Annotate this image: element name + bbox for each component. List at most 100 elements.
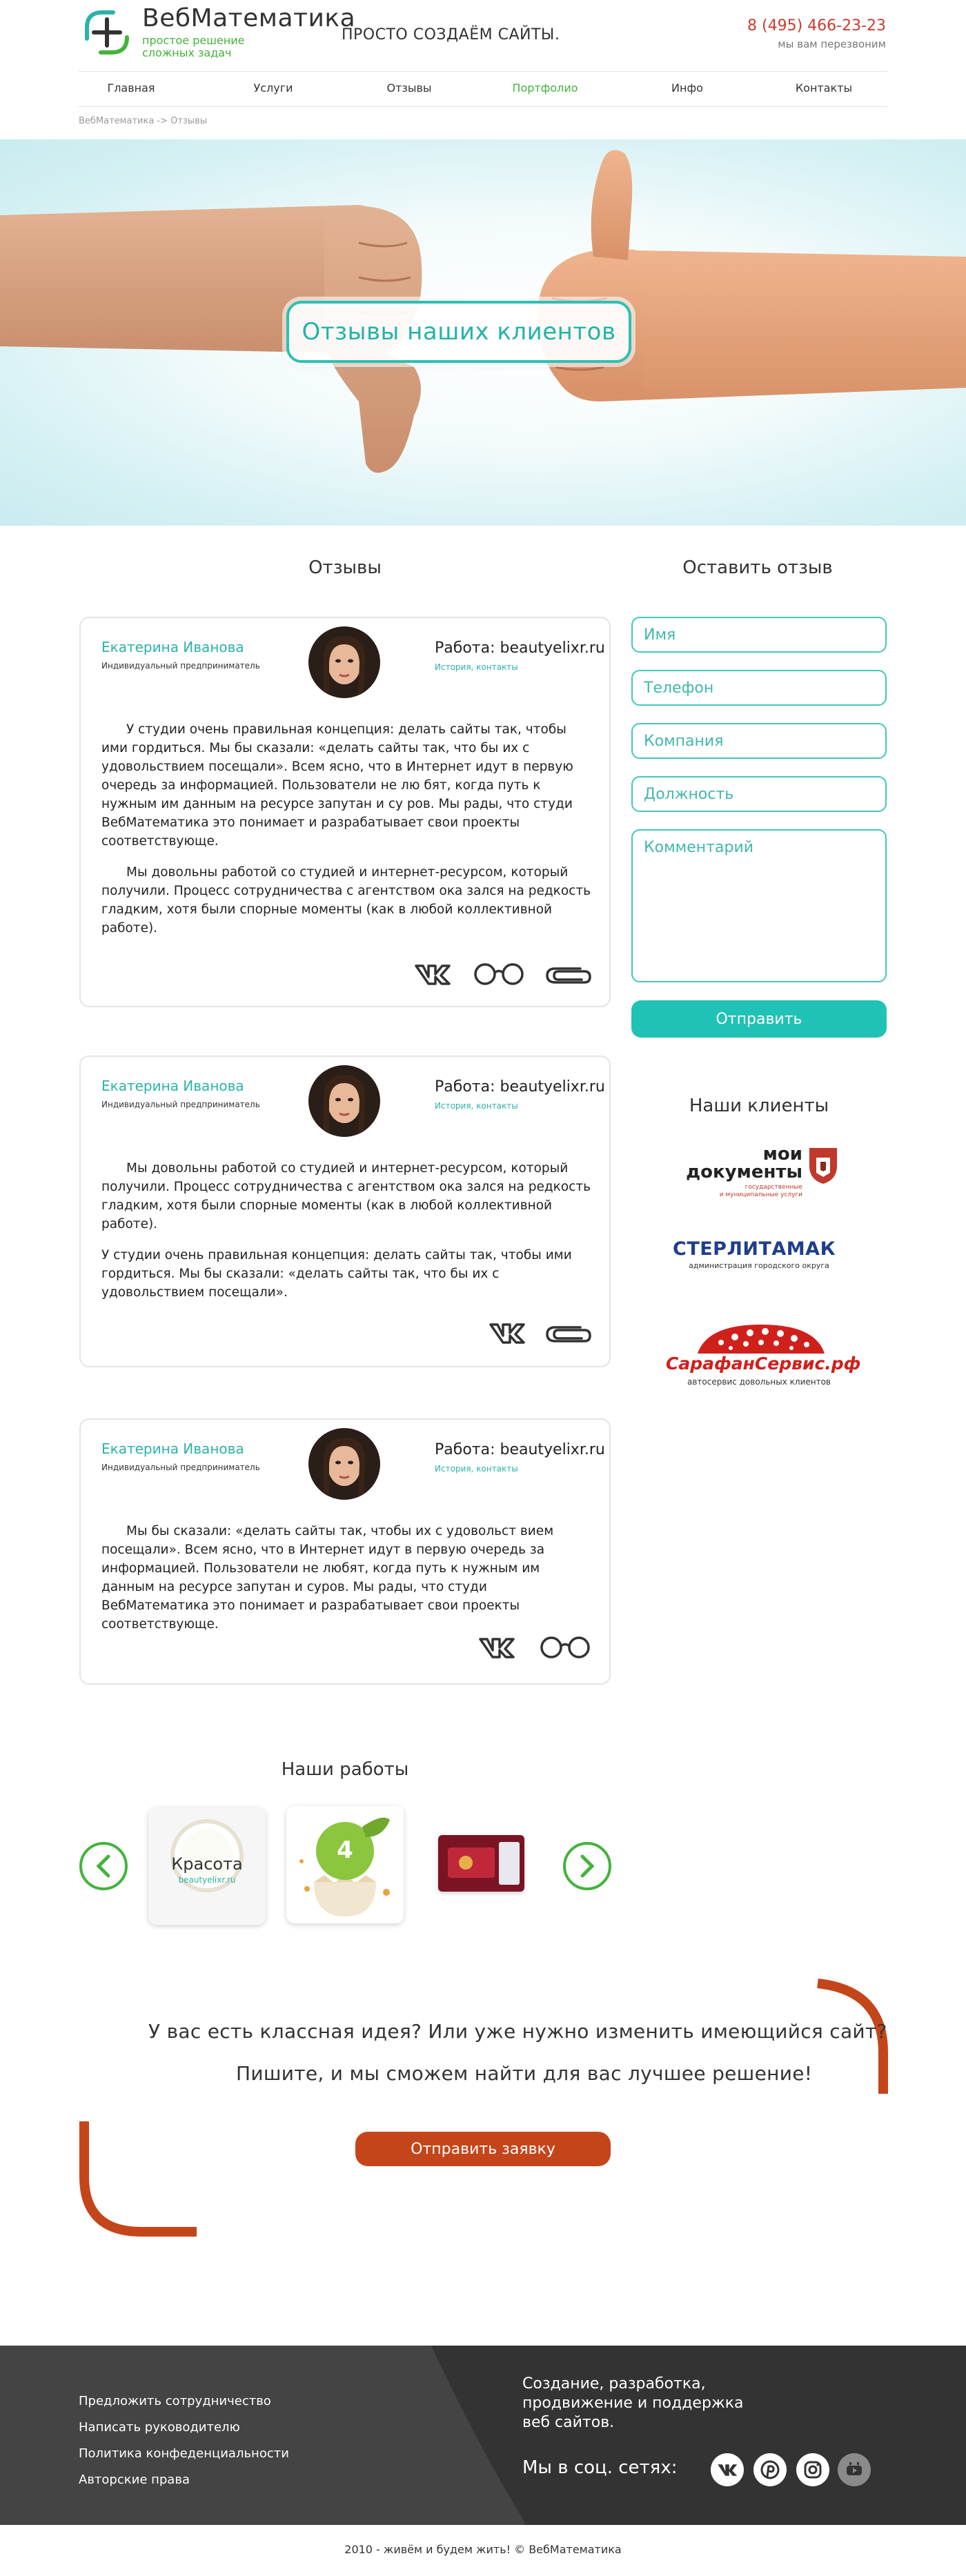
main-nav: Главная Услуги Отзывы Портфолио Инфо Кон… [79,71,887,107]
reviewer-work[interactable]: Работа: beautyelixr.ru [435,1078,605,1096]
client-logo-text: СарафанСервис.рф [666,1354,861,1374]
name-input[interactable] [631,617,887,653]
reviewer-avatar [308,1065,380,1137]
paperclip-icon[interactable] [544,1319,593,1347]
nav-item-reviews[interactable]: Отзывы [386,81,431,95]
footer-wave-decoration [0,2346,524,2525]
footer: Предложить сотрудничество Написать руков… [0,2346,966,2525]
cta-line-2: Пишите, и мы сможем найти для вас лучшее… [236,2062,813,2085]
nav-item-portfolio[interactable]: Портфолио [512,81,578,95]
footer-link-copyright[interactable]: Авторские права [79,2473,190,2487]
footer-link-contact-manager[interactable]: Написать руководителю [79,2420,240,2435]
client-logo-subtitle: государственные и муниципальные услуги [678,1184,802,1199]
footer-tagline-line: продвижение и поддержка [522,2395,744,2412]
vk-icon[interactable] [488,1319,525,1347]
nav-item-info[interactable]: Инфо [671,81,703,95]
review-card: Екатерина Иванова Индивидуальный предпри… [79,1418,611,1685]
client-logo-subtitle-line: и муниципальные услуги [719,1191,802,1198]
nav-item-contacts[interactable]: Контакты [796,81,852,95]
client-logo-text: мои документы [678,1145,802,1181]
review-paragraph: У студии очень правильная концепция: дел… [101,1248,572,1300]
moi-dokumenty-emblem-icon [809,1148,837,1184]
copyright: 2010 - живём и будем жить! © ВебМатемати… [344,2543,622,2556]
submit-review-button[interactable]: Отправить [631,1000,887,1038]
nav-item-home[interactable]: Главная [107,81,155,95]
social-label: Мы в соц. сетях: [522,2457,678,2478]
position-input[interactable] [631,776,887,812]
reviewer-name[interactable]: Екатерина Иванова [101,1078,244,1094]
client-logo-sterlitamak[interactable]: СТЕРЛИТАМАК администрация городского окр… [673,1238,845,1280]
cta-line-1: У вас есть классная идея? Или уже нужно … [148,2020,887,2043]
company-input[interactable] [631,723,887,759]
comment-textarea[interactable] [631,829,887,982]
vk-social-icon[interactable] [711,2453,744,2486]
footer-link-cooperation[interactable]: Предложить сотрудничество [79,2394,271,2408]
hero-title: Отзывы наших клиентов [286,301,631,363]
client-logo-subtitle: автосервис довольных клиентов [687,1377,831,1387]
client-logo-line: мои [762,1144,802,1165]
header-phone[interactable]: 8 (495) 466-23-23 [747,17,886,34]
paperclip-icon[interactable] [544,960,593,988]
reviews-heading: Отзывы [308,557,382,578]
client-logo-text: СТЕРЛИТАМАК [673,1238,836,1260]
reviewer-role: Индивидуальный предприниматель [101,661,260,671]
work-thumbnail[interactable]: Красота beautyelixr.ru [148,1807,266,1925]
work-thumbnail[interactable] [438,1835,524,1892]
instagram-social-icon[interactable] [796,2453,829,2486]
reviewer-name[interactable]: Екатерина Иванова [101,639,244,655]
callback-link[interactable]: мы вам перезвоним [778,38,886,50]
footer-tagline-line: Создание, разработка, [522,2375,706,2392]
review-text: Мы довольны работой со студией и интерне… [101,1159,591,1314]
footer-tagline-line: веб сайтов. [522,2414,615,2431]
client-logo-subtitle-line: государственные [745,1184,802,1191]
phone-input[interactable] [631,670,887,706]
footer-tagline: Создание, разработка, продвижение и подд… [522,2375,785,2433]
review-paragraph: Мы бы сказали: «делать сайты так, чтобы … [101,1524,554,1632]
pinterest-social-icon[interactable] [753,2453,787,2486]
work-badge: 4 [337,1836,353,1864]
footer-link-privacy-policy[interactable]: Политика конфеденциальности [79,2446,289,2461]
review-card: Екатерина Иванова Индивидуальный предпри… [79,1056,611,1367]
send-request-button[interactable]: Отправить заявку [355,2132,611,2166]
work-subtitle: beautyelixr.ru [178,1875,236,1885]
reviewer-links[interactable]: История, контакты [435,1101,518,1111]
header-slogan: ПРОСТО СОЗДАЁМ САЙТЫ. [342,26,560,43]
client-logo-subtitle: администрация городского округа [689,1261,829,1270]
works-prev-button[interactable] [79,1842,128,1890]
reviewer-work[interactable]: Работа: beautyelixr.ru [435,1441,605,1458]
sarafanservis-dots-icon [698,1325,825,1354]
client-logo-sarafanservis[interactable]: СарафанСервис.рф автосервис довольных кл… [666,1322,860,1391]
reviewer-role: Индивидуальный предприниматель [101,1100,260,1109]
glasses-icon[interactable] [539,1634,591,1661]
vk-icon[interactable] [477,1634,515,1661]
vk-icon[interactable] [413,960,451,988]
logo-icon[interactable] [81,7,132,58]
breadcrumb[interactable]: ВебМатематика -> Отзывы [79,116,207,126]
reviewer-name[interactable]: Екатерина Иванова [101,1440,244,1457]
reviewer-links[interactable]: История, контакты [435,662,518,672]
youtube-social-icon[interactable] [838,2453,871,2486]
logo-title[interactable]: ВебМатематика [142,4,355,32]
client-logo-line: документы [686,1162,802,1182]
reviewer-avatar [308,1428,380,1500]
nav-item-services[interactable]: Услуги [253,81,293,95]
glasses-icon[interactable] [473,960,525,988]
review-paragraph: Мы довольны работой со студией и интерне… [101,1161,591,1231]
review-paragraph: У студии очень правильная концепция: дел… [101,722,573,849]
reviewer-links[interactable]: История, контакты [435,1464,518,1474]
work-thumbnail-art [438,1835,524,1892]
work-title: Красота [171,1854,243,1874]
work-thumbnail[interactable]: 4 [286,1806,404,1923]
reviewer-role: Индивидуальный предприниматель [101,1463,260,1472]
work-thumbnail-art [299,1817,390,1916]
logo-subtitle-line-1: простое решение [142,34,245,47]
logo-subtitle-line-2: сложных задач [142,46,232,59]
works-heading: Наши работы [281,1759,409,1780]
review-text: У студии очень правильная концепция: дел… [101,720,591,950]
clients-heading: Наши клиенты [689,1096,829,1116]
client-logo-moi-dokumenty[interactable]: мои документы государственные и муниципа… [678,1145,844,1203]
reviewer-work[interactable]: Работа: beautyelixr.ru [435,640,605,657]
chevron-right-icon [580,1854,595,1878]
review-paragraph: Мы довольны работой со студией и интерне… [101,865,591,935]
works-next-button[interactable] [563,1842,611,1890]
